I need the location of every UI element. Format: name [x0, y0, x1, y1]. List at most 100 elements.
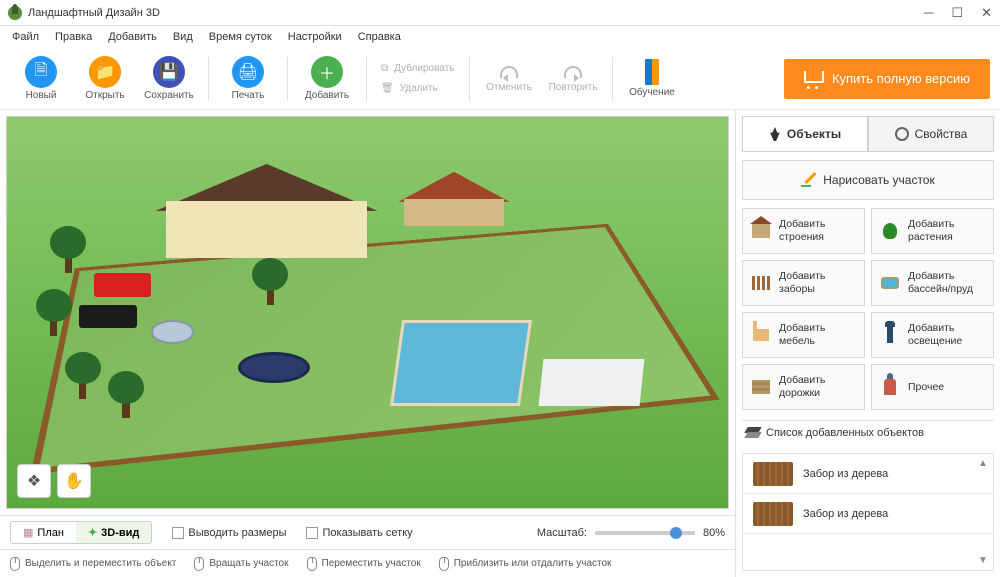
duplicate-delete-group: ⧉Дублировать 🗑Удалить — [375, 52, 461, 106]
gear-icon — [895, 127, 909, 141]
furniture-icon — [753, 329, 769, 341]
separator — [469, 57, 470, 101]
zoom-slider[interactable] — [595, 531, 695, 535]
add-furniture-button[interactable]: Добавить мебель — [742, 312, 865, 358]
save-button[interactable]: 💾 Сохранить — [138, 52, 200, 106]
open-label: Открыть — [85, 90, 124, 101]
print-button[interactable]: 🖨 Печать — [217, 52, 279, 106]
app-icon — [8, 6, 22, 20]
copy-icon: ⧉ — [381, 63, 388, 74]
tab-properties[interactable]: Свойства — [868, 116, 994, 152]
hint-pan: Переместить участок — [307, 557, 421, 571]
buy-label: Купить полную версию — [832, 71, 970, 86]
save-icon: 💾 — [153, 56, 185, 88]
book-icon — [645, 59, 659, 85]
tree-icon — [769, 127, 781, 141]
scrollbar[interactable]: ▲▼ — [975, 454, 991, 570]
plan-view-button[interactable]: ▦План — [11, 522, 76, 543]
cart-icon — [804, 71, 822, 87]
redo-icon — [564, 66, 582, 78]
file-icon: 🗎 — [25, 56, 57, 88]
learn-label: Обучение — [629, 87, 675, 98]
separator — [366, 57, 367, 101]
draw-plot-button[interactable]: Нарисовать участок — [742, 160, 994, 200]
maximize-button[interactable]: ☐ — [951, 5, 963, 21]
tab-objects[interactable]: Объекты — [742, 116, 868, 152]
layers-icon — [746, 427, 760, 439]
zoom-label: Масштаб: — [537, 527, 587, 539]
checkbox-icon — [172, 527, 184, 539]
gnome-icon — [884, 379, 896, 395]
menu-settings[interactable]: Настройки — [282, 29, 348, 45]
add-plants-button[interactable]: Добавить растения — [871, 208, 994, 254]
add-pools-button[interactable]: Добавить бассейн/пруд — [871, 260, 994, 306]
menu-file[interactable]: Файл — [6, 29, 45, 45]
mouse-icon — [10, 557, 20, 571]
add-label: Добавить — [305, 90, 349, 101]
fence-thumb-icon — [753, 462, 793, 486]
side-panel: Объекты Свойства Нарисовать участок Доба… — [736, 110, 1000, 577]
orbit-button[interactable]: ❖ — [17, 464, 51, 498]
folder-icon: 📁 — [89, 56, 121, 88]
trash-icon: 🗑 — [381, 83, 394, 94]
add-fences-button[interactable]: Добавить заборы — [742, 260, 865, 306]
list-item-label: Забор из дерева — [803, 508, 888, 520]
add-other-button[interactable]: Прочее — [871, 364, 994, 410]
zoom-value: 80% — [703, 527, 725, 539]
print-label: Печать — [232, 90, 265, 101]
hint-bar: Выделить и переместить объект Вращать уч… — [0, 549, 735, 577]
fence-thumb-icon — [753, 502, 793, 526]
toolbar: 🗎 Новый 📁 Открыть 💾 Сохранить 🖨 Печать ＋… — [0, 48, 1000, 110]
pan-button[interactable]: ✋ — [57, 464, 91, 498]
list-item[interactable]: Забор из дерева — [743, 454, 993, 494]
hint-zoom: Приблизить или отдалить участок — [439, 557, 612, 571]
scroll-up-icon: ▲ — [978, 458, 988, 469]
minimize-button[interactable]: ─ — [924, 5, 933, 21]
3d-view-button[interactable]: ✦3D-вид — [76, 522, 151, 543]
menu-edit[interactable]: Правка — [49, 29, 98, 45]
show-dimensions-checkbox[interactable]: Выводить размеры — [172, 527, 286, 539]
open-button[interactable]: 📁 Открыть — [74, 52, 136, 106]
delete-button[interactable]: 🗑Удалить — [381, 80, 438, 98]
hint-select: Выделить и переместить объект — [10, 557, 176, 571]
close-button[interactable]: ✕ — [981, 5, 992, 21]
menubar: Файл Правка Добавить Вид Время суток Нас… — [0, 26, 1000, 48]
house-icon — [752, 224, 770, 238]
mouse-icon — [439, 557, 449, 571]
scroll-down-icon: ▼ — [978, 555, 988, 566]
menu-help[interactable]: Справка — [352, 29, 407, 45]
separator — [287, 57, 288, 101]
redo-label: Повторить — [549, 82, 598, 93]
mouse-icon — [307, 557, 317, 571]
view-bar: ▦План ✦3D-вид Выводить размеры Показыват… — [0, 515, 735, 549]
new-label: Новый — [26, 90, 57, 101]
redo-button[interactable]: Повторить — [542, 52, 604, 106]
plus-icon: ＋ — [311, 56, 343, 88]
add-button[interactable]: ＋ Добавить — [296, 52, 358, 106]
undo-button[interactable]: Отменить — [478, 52, 540, 106]
print-icon: 🖨 — [232, 56, 264, 88]
list-item[interactable]: Забор из дерева — [743, 494, 993, 534]
add-lighting-button[interactable]: Добавить освещение — [871, 312, 994, 358]
scene — [7, 117, 728, 508]
add-paths-button[interactable]: Добавить дорожки — [742, 364, 865, 410]
buy-button[interactable]: Купить полную версию — [784, 59, 990, 99]
menu-add[interactable]: Добавить — [102, 29, 163, 45]
learn-button[interactable]: Обучение — [621, 52, 683, 106]
separator — [208, 57, 209, 101]
show-grid-checkbox[interactable]: Показывать сетку — [306, 527, 412, 539]
save-label: Сохранить — [144, 90, 194, 101]
pencil-icon — [801, 173, 815, 187]
light-icon — [887, 327, 893, 343]
object-list-header: Список добавленных объектов — [742, 420, 994, 445]
window-title: Ландшафтный Дизайн 3D — [28, 7, 924, 19]
menu-time[interactable]: Время суток — [203, 29, 278, 45]
menu-view[interactable]: Вид — [167, 29, 199, 45]
list-item-label: Забор из дерева — [803, 468, 888, 480]
3d-viewport[interactable]: ❖ ✋ — [6, 116, 729, 509]
new-button[interactable]: 🗎 Новый — [10, 52, 72, 106]
object-list: Забор из дерева Забор из дерева ▲▼ — [742, 453, 994, 571]
add-buildings-button[interactable]: Добавить строения — [742, 208, 865, 254]
duplicate-button[interactable]: ⧉Дублировать — [381, 60, 454, 78]
titlebar: Ландшафтный Дизайн 3D ─ ☐ ✕ — [0, 0, 1000, 26]
